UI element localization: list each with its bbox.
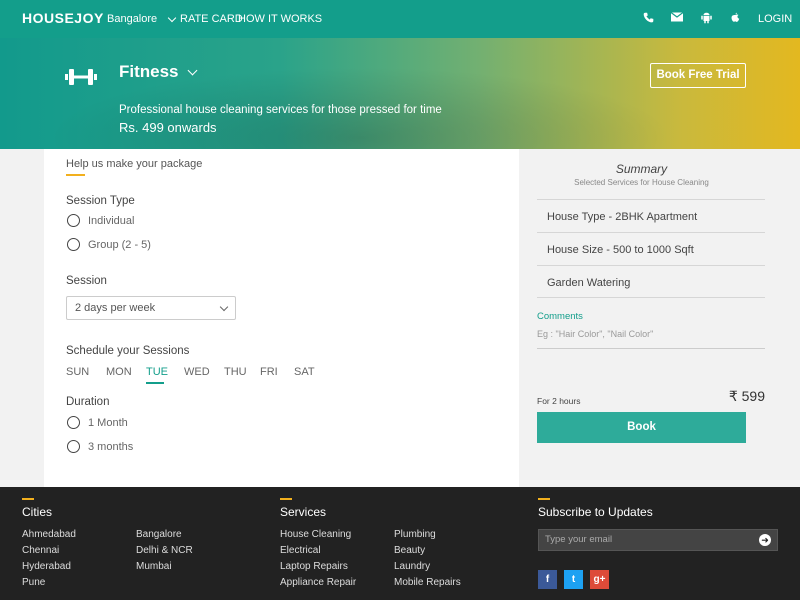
city-selector[interactable]: Bangalore bbox=[107, 13, 177, 25]
summary-row-house-size: House Size - 500 to 1000 Sqft bbox=[537, 232, 765, 265]
summary-row-garden: Garden Watering bbox=[537, 265, 765, 298]
hero-price: Rs. 499 onwards bbox=[119, 120, 217, 135]
category-title: Fitness bbox=[119, 62, 179, 81]
google-plus-icon[interactable]: g+ bbox=[590, 570, 609, 589]
service-link[interactable]: Laptop Repairs bbox=[280, 561, 348, 572]
radio-group[interactable]: Group (2 - 5) bbox=[67, 238, 151, 251]
login-link[interactable]: LOGIN bbox=[758, 13, 792, 25]
radio-label: 1 Month bbox=[88, 416, 128, 429]
service-link[interactable]: Mobile Repairs bbox=[394, 577, 461, 588]
rate-card-link[interactable]: RATE CARD bbox=[180, 13, 243, 25]
day-sun[interactable]: SUN bbox=[66, 366, 106, 378]
book-button[interactable]: Book bbox=[537, 412, 746, 443]
service-link[interactable]: Electrical bbox=[280, 545, 321, 556]
radio-individual[interactable]: Individual bbox=[67, 214, 134, 227]
category-selector[interactable]: Fitness bbox=[119, 62, 197, 82]
session-type-label: Session Type bbox=[66, 195, 135, 207]
summary-subtitle: Selected Services for House Cleaning bbox=[574, 178, 709, 187]
radio-label: 3 months bbox=[88, 440, 134, 453]
radio-label: Group (2 - 5) bbox=[88, 238, 151, 251]
radio-3-months[interactable]: 3 months bbox=[67, 440, 133, 453]
subscribe-heading: Subscribe to Updates bbox=[538, 505, 653, 519]
chevron-down-icon bbox=[167, 13, 177, 22]
day-selector: SUN MON TUE WED THU FRI SAT bbox=[66, 366, 324, 384]
top-navbar: HOUSEJOY Bangalore RATE CARD HOW IT WORK… bbox=[0, 0, 800, 38]
session-dropdown[interactable]: 2 days per week bbox=[66, 296, 236, 320]
service-link[interactable]: Beauty bbox=[394, 545, 425, 556]
service-link[interactable]: Plumbing bbox=[394, 529, 436, 540]
package-form: Help us make your package Session Type I… bbox=[44, 149, 519, 487]
city-link[interactable]: Mumbai bbox=[136, 561, 172, 572]
radio-circle[interactable] bbox=[67, 440, 80, 453]
summary-row-house-type: House Type - 2BHK Apartment bbox=[537, 199, 765, 232]
phone-icon[interactable] bbox=[642, 12, 654, 24]
comments-label: Comments bbox=[537, 311, 583, 322]
city-link[interactable]: Pune bbox=[22, 577, 45, 588]
day-wed[interactable]: WED bbox=[184, 366, 224, 378]
city-label: Bangalore bbox=[107, 13, 158, 25]
day-mon[interactable]: MON bbox=[106, 366, 146, 378]
total-price: ₹ 599 bbox=[728, 388, 765, 404]
service-link[interactable]: Appliance Repair bbox=[280, 577, 356, 588]
radio-label: Individual bbox=[88, 214, 135, 227]
android-icon[interactable] bbox=[700, 12, 712, 24]
city-link[interactable]: Hyderabad bbox=[22, 561, 71, 572]
email-input[interactable]: Type your email bbox=[538, 529, 778, 551]
hero-subtitle: Professional house cleaning services for… bbox=[119, 104, 442, 116]
duration-label: Duration bbox=[66, 396, 110, 408]
accent-bar bbox=[280, 498, 292, 500]
book-free-trial-button[interactable]: Book Free Trial bbox=[650, 63, 746, 88]
city-link[interactable]: Chennai bbox=[22, 545, 59, 556]
twitter-icon[interactable]: t bbox=[564, 570, 583, 589]
radio-1-month[interactable]: 1 Month bbox=[67, 416, 128, 429]
schedule-label: Schedule your Sessions bbox=[66, 345, 190, 357]
comments-input[interactable]: Eg : "Hair Color", "Nail Color" bbox=[537, 329, 765, 349]
how-it-works-link[interactable]: HOW IT WORKS bbox=[238, 13, 322, 25]
service-link[interactable]: Laundry bbox=[394, 561, 430, 572]
radio-circle[interactable] bbox=[67, 214, 80, 227]
form-heading: Help us make your package bbox=[66, 158, 203, 170]
cities-heading: Cities bbox=[22, 505, 53, 519]
day-thu[interactable]: THU bbox=[224, 366, 260, 378]
service-link[interactable]: House Cleaning bbox=[280, 529, 351, 540]
services-heading: Services bbox=[280, 505, 327, 519]
session-label: Session bbox=[66, 275, 107, 287]
chevron-down-icon bbox=[187, 65, 197, 75]
session-dropdown-value: 2 days per week bbox=[75, 302, 156, 314]
radio-circle[interactable] bbox=[67, 238, 80, 251]
city-link[interactable]: Delhi & NCR bbox=[136, 545, 193, 556]
summary-panel: Summary Selected Services for House Clea… bbox=[519, 149, 800, 487]
chevron-down-icon bbox=[219, 302, 229, 312]
arrow-right-icon[interactable]: ➜ bbox=[759, 534, 771, 546]
facebook-icon[interactable]: f bbox=[538, 570, 557, 589]
dumbbell-icon bbox=[65, 69, 97, 85]
apple-icon[interactable] bbox=[729, 12, 741, 24]
housejoy-logo[interactable]: HOUSEJOY bbox=[22, 10, 104, 26]
mail-icon[interactable] bbox=[670, 12, 684, 24]
hero-banner: Fitness Professional house cleaning serv… bbox=[0, 38, 800, 149]
duration-note: For 2 hours bbox=[537, 396, 581, 406]
summary-title: Summary bbox=[615, 162, 668, 176]
city-link[interactable]: Ahmedabad bbox=[22, 529, 76, 540]
accent-bar bbox=[538, 498, 550, 500]
heading-underline bbox=[66, 174, 85, 176]
day-tue[interactable]: TUE bbox=[146, 366, 184, 384]
city-link[interactable]: Bangalore bbox=[136, 529, 182, 540]
day-sat[interactable]: SAT bbox=[294, 366, 324, 378]
day-fri[interactable]: FRI bbox=[260, 366, 294, 378]
accent-bar bbox=[22, 498, 34, 500]
footer: Cities Ahmedabad Chennai Hyderabad Pune … bbox=[0, 487, 800, 600]
radio-circle[interactable] bbox=[67, 416, 80, 429]
